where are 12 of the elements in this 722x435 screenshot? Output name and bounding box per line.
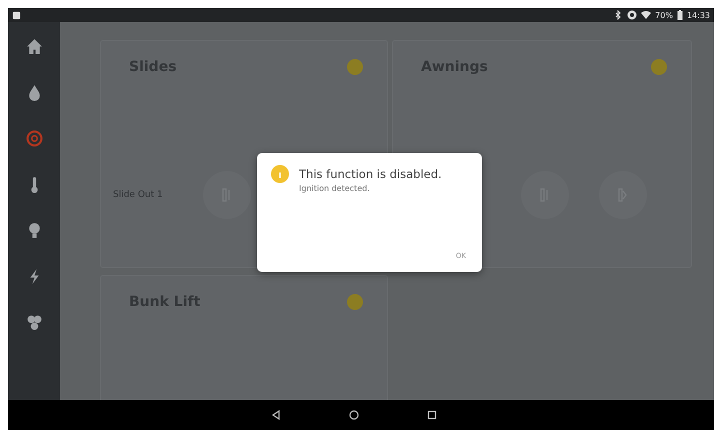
recents-icon[interactable] [427,410,437,420]
bluetooth-icon [613,10,624,20]
dialog-message: Ignition detected. [299,184,371,193]
home-icon[interactable] [26,38,42,55]
clock-time: 14:33 [686,10,710,20]
battery-icon [676,10,683,20]
dialog-title: This function is disabled. [299,167,442,181]
battery-percent: 70% [655,10,673,20]
fan-icon[interactable] [26,314,42,331]
home-icon[interactable] [349,410,359,420]
wifi-icon [641,10,652,20]
back-icon[interactable] [271,410,281,420]
